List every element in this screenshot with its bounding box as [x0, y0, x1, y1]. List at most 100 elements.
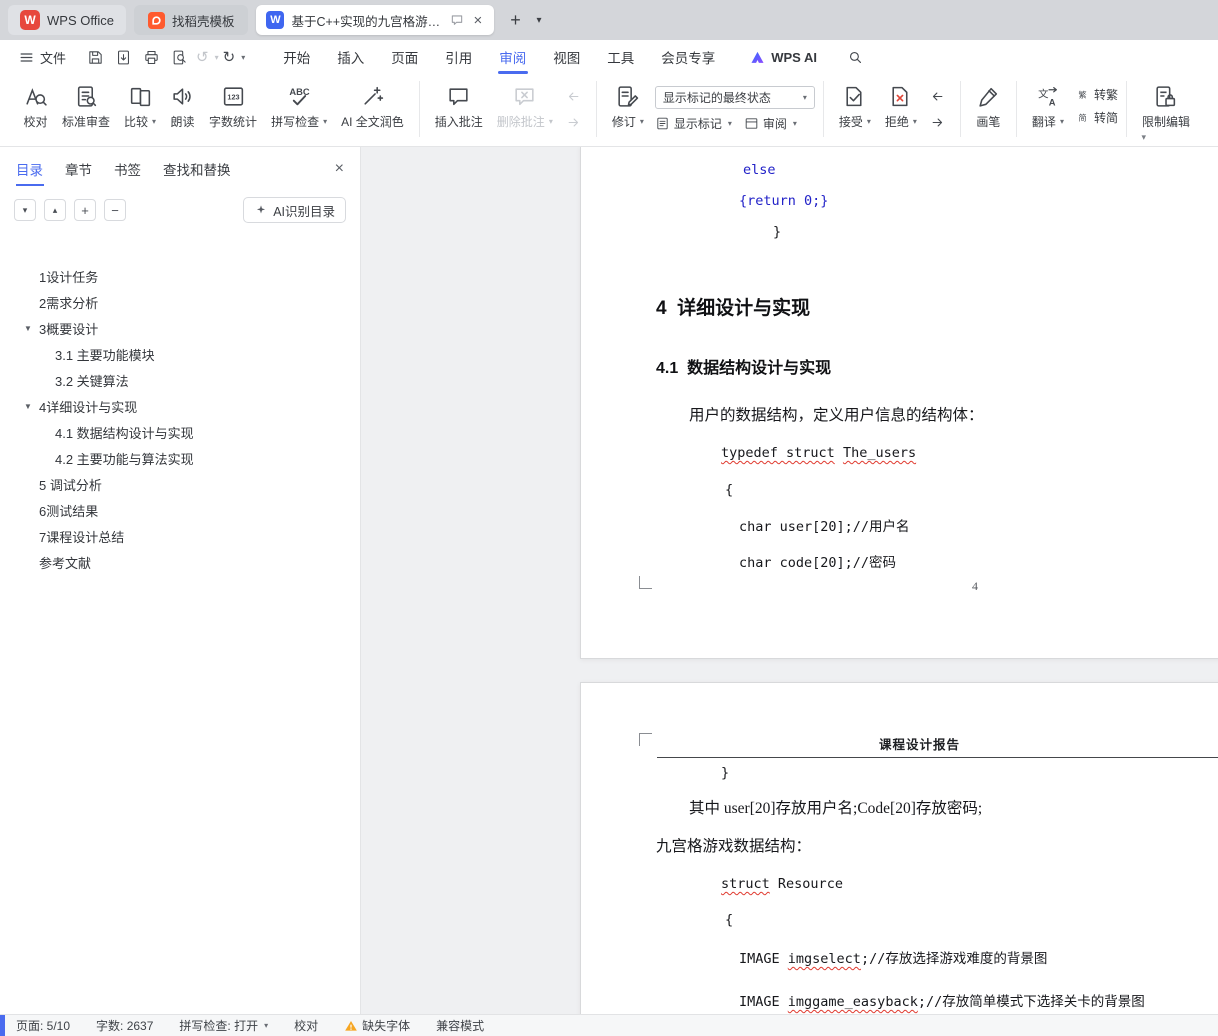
menu-insert[interactable]: 插入 — [337, 40, 364, 74]
close-tab-icon[interactable]: × — [471, 12, 484, 29]
standard-review-button[interactable]: 标准审查 — [55, 79, 117, 141]
delete-comment-button[interactable]: 删除批注 ▾ — [490, 79, 560, 141]
undo-button[interactable]: ↺ — [194, 50, 211, 65]
redo-button[interactable]: ↻ — [221, 50, 238, 65]
accept-change-icon — [842, 84, 867, 109]
show-markup-button[interactable]: 显示标记 ▾ — [655, 115, 732, 132]
file-menu-button[interactable]: 文件 — [12, 44, 72, 71]
insert-comment-button[interactable]: 插入批注 — [428, 79, 490, 141]
outline-item[interactable]: ▼ 3概要设计 — [0, 315, 360, 341]
document-tab[interactable]: W 基于C++实现的九宫格游戏的 × — [256, 5, 495, 35]
comment-bubble-icon[interactable] — [450, 13, 464, 27]
docer-template-tab[interactable]: 找稻壳模板 — [133, 5, 249, 35]
track-changes-button[interactable]: 修订 ▾ — [605, 79, 651, 141]
outline-item[interactable]: 3.2 关键算法 — [0, 367, 360, 393]
compare-button[interactable]: 比较 ▾ — [117, 79, 163, 141]
collapse-ribbon-icon[interactable]: ▾ — [1141, 132, 1146, 143]
outline-item[interactable]: ▼ 4详细设计与实现 — [0, 393, 360, 419]
ribbon-separator — [1125, 81, 1127, 137]
search-button[interactable] — [843, 45, 869, 69]
menu-tools[interactable]: 工具 — [607, 40, 634, 74]
caret-down-icon: ▾ — [1059, 117, 1064, 126]
document-page-5[interactable]: 课程设计报告 } 其中 user[20]存放用户名;Code[20]存放密码; … — [580, 682, 1218, 1014]
paragraph: 其中 user[20]存放用户名;Code[20]存放密码; — [689, 800, 983, 817]
zoom-in-outline-button[interactable]: + — [74, 199, 96, 221]
reviewing-pane-button[interactable]: 审阅 ▾ — [744, 115, 797, 132]
document-canvas[interactable]: else {return 0;} } 4 详细设计与实现 4.1 数据结构设计与… — [361, 147, 1218, 1014]
code-line: IMAGE imggame_easyback;//存放简单模式下选择关卡的背景图 — [739, 994, 1145, 1010]
proofread-button[interactable]: 校对 — [16, 79, 55, 141]
caret-down-icon: ▾ — [264, 1021, 269, 1030]
page-header: 课程设计报告 — [879, 738, 961, 752]
wps-ai-button[interactable]: WPS AI — [749, 49, 817, 66]
print-icon — [143, 49, 160, 66]
expand-all-button[interactable]: ▾ — [14, 199, 36, 221]
change-nav-stack — [926, 79, 950, 133]
ink-button[interactable]: 画笔 — [969, 79, 1008, 141]
tab-contents[interactable]: 目录 — [16, 147, 43, 191]
outline-item[interactable]: 5 调试分析 — [0, 471, 360, 497]
menu-home[interactable]: 开始 — [283, 40, 310, 74]
outline-item[interactable]: 4.1 数据结构设计与实现 — [0, 419, 360, 445]
outline-item[interactable]: 3.1 主要功能模块 — [0, 341, 360, 367]
menu-references[interactable]: 引用 — [445, 40, 472, 74]
previous-change-button[interactable] — [926, 88, 950, 107]
next-comment-button[interactable] — [562, 114, 586, 133]
menu-member[interactable]: 会员专享 — [661, 40, 715, 74]
outline-item[interactable]: 参考文献 — [0, 549, 360, 575]
outline-item[interactable]: 6测试结果 — [0, 497, 360, 523]
code-line: {return 0;} — [739, 193, 829, 209]
status-accent-bar — [0, 1015, 5, 1036]
outline-item[interactable]: 2需求分析 — [0, 289, 360, 315]
window-tab-bar: W WPS Office 找稻壳模板 W 基于C++实现的九宫格游戏的 × + … — [0, 0, 1218, 40]
spellcheck-status[interactable]: 拼写检查: 打开 ▾ — [179, 1017, 268, 1034]
print-preview-button[interactable] — [166, 45, 192, 69]
to-simplified-button[interactable]: 简 转简 — [1075, 109, 1118, 126]
tab-list-caret-icon[interactable]: ▾ — [536, 15, 541, 26]
collapse-arrow-icon[interactable]: ▼ — [24, 402, 39, 411]
reviewing-pane-icon — [744, 116, 759, 131]
outline-item[interactable]: 7课程设计总结 — [0, 523, 360, 549]
missing-font-warning[interactable]: 缺失字体 — [344, 1017, 410, 1034]
menu-review[interactable]: 审阅 — [499, 40, 526, 74]
save-button[interactable] — [82, 45, 108, 69]
reject-button[interactable]: 拒绝 ▾ — [878, 79, 924, 141]
ai-recognize-toc-button[interactable]: AI识别目录 — [243, 197, 346, 223]
compatibility-mode[interactable]: 兼容模式 — [436, 1017, 484, 1034]
menu-view[interactable]: 视图 — [553, 40, 580, 74]
docer-icon — [147, 11, 165, 29]
outline-item[interactable]: 1设计任务 — [0, 263, 360, 289]
ai-polish-button[interactable]: AI 全文润色 — [334, 79, 411, 141]
menu-page[interactable]: 页面 — [391, 40, 418, 74]
wps-office-menu[interactable]: W WPS Office — [8, 5, 126, 35]
next-change-button[interactable] — [926, 114, 950, 133]
word-count-button[interactable]: 123 字数统计 — [202, 79, 264, 141]
print-button[interactable] — [138, 45, 164, 69]
tab-find-replace[interactable]: 查找和替换 — [163, 147, 231, 191]
read-aloud-button[interactable]: 朗读 — [163, 79, 202, 141]
zoom-out-outline-button[interactable]: − — [104, 199, 126, 221]
accept-button[interactable]: 接受 ▾ — [832, 79, 878, 141]
new-tab-button[interactable]: + — [502, 7, 528, 33]
collapse-all-button[interactable]: ▴ — [44, 199, 66, 221]
translate-button[interactable]: 文A 翻译 ▾ — [1025, 79, 1071, 141]
outline-item[interactable]: 4.2 主要功能与算法实现 — [0, 445, 360, 471]
tab-bookmarks[interactable]: 书签 — [114, 147, 141, 191]
proofread-status[interactable]: 校对 — [294, 1017, 318, 1034]
export-button[interactable] — [110, 45, 136, 69]
docer-tab-label: 找稻壳模板 — [171, 14, 235, 29]
to-traditional-button[interactable]: 繁 转繁 — [1075, 86, 1118, 103]
close-sidebar-icon[interactable]: × — [335, 160, 344, 178]
document-page-4[interactable]: else {return 0;} } 4 详细设计与实现 4.1 数据结构设计与… — [580, 147, 1218, 659]
markup-state-select[interactable]: 显示标记的最终状态 ▾ — [654, 86, 815, 109]
spell-check-button[interactable]: ABC 拼写检查 ▾ — [264, 79, 334, 141]
outline-item-label: 3概要设计 — [39, 321, 99, 337]
collapse-arrow-icon[interactable]: ▼ — [24, 324, 39, 333]
word-count-status[interactable]: 字数: 2637 — [96, 1017, 153, 1034]
ribbon-separator — [959, 81, 961, 137]
page-indicator[interactable]: 页面: 5/10 — [16, 1017, 70, 1034]
tab-chapters[interactable]: 章节 — [65, 147, 92, 191]
previous-comment-button[interactable] — [562, 88, 586, 107]
redo-caret-icon[interactable]: ▾ — [241, 53, 245, 62]
undo-caret-icon[interactable]: ▾ — [215, 53, 219, 62]
